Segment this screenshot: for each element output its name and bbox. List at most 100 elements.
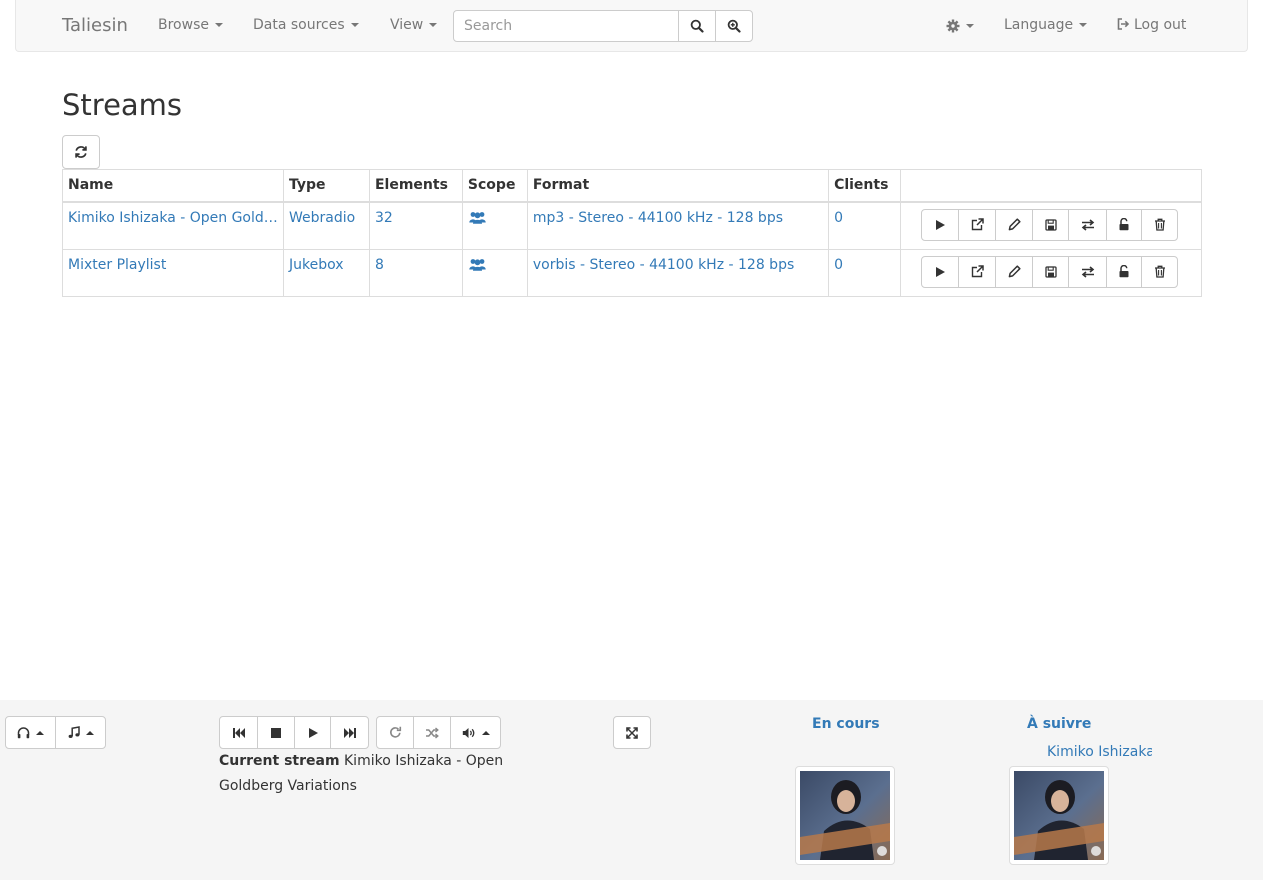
advanced-search-button[interactable]: [715, 10, 753, 42]
play-icon: [308, 727, 318, 738]
stream-format-link[interactable]: mp3 - Stereo - 44100 kHz - 128 bps: [533, 210, 783, 226]
play-icon: [936, 219, 946, 230]
search-input[interactable]: [453, 10, 679, 42]
volume-icon: [462, 727, 474, 738]
view-menu[interactable]: View: [390, 17, 438, 33]
trash-icon: [1154, 218, 1165, 231]
table-row: Kimiko Ishizaka - Open Goldberg Variatio…: [62, 201, 1202, 250]
stream-elements-link[interactable]: 8: [375, 257, 384, 273]
album-cover-image: [1014, 771, 1104, 860]
stream-name-link[interactable]: Kimiko Ishizaka - Open Goldberg Variatio…: [68, 210, 278, 226]
stream-elements-link[interactable]: 32: [375, 210, 393, 226]
column-header-format[interactable]: Format: [526, 169, 830, 203]
current-stream-label: Current stream: [219, 753, 340, 769]
album-cover-image: [800, 771, 890, 860]
stream-actions-group: [921, 255, 1196, 288]
playback-options-group: [376, 716, 501, 749]
settings-menu[interactable]: [946, 18, 974, 34]
view-menu-label: View: [390, 17, 424, 33]
chevron-up-icon: [481, 730, 490, 735]
stream-name-link[interactable]: Mixter Playlist: [68, 257, 278, 273]
unlock-icon: [1119, 218, 1129, 231]
media-selector-button[interactable]: [55, 716, 106, 749]
chevron-up-icon: [36, 730, 44, 735]
search-icon: [690, 19, 704, 33]
now-playing-heading: En cours: [812, 716, 880, 732]
browse-menu-label: Browse: [158, 17, 209, 33]
chevron-down-icon: [429, 23, 438, 27]
stream-format-link[interactable]: vorbis - Stereo - 44100 kHz - 128 bps: [533, 257, 794, 273]
browse-menu[interactable]: Browse: [158, 17, 223, 33]
users-icon: [469, 211, 486, 224]
search-button[interactable]: [678, 10, 716, 42]
column-header-type[interactable]: Type: [283, 169, 370, 203]
save-icon: [1044, 265, 1057, 278]
column-header-scope[interactable]: Scope: [461, 169, 528, 203]
column-header-clients[interactable]: Clients: [828, 169, 902, 203]
player-mode-group: [5, 716, 106, 749]
swap-icon: [1081, 265, 1094, 278]
play-icon: [936, 266, 946, 277]
delete-stream-button[interactable]: [1141, 208, 1179, 241]
headphones-icon: [17, 726, 30, 738]
delete-stream-button[interactable]: [1141, 255, 1179, 288]
language-menu[interactable]: Language: [1004, 17, 1088, 33]
lock-stream-button[interactable]: [1106, 255, 1143, 288]
logout-label: Log out: [1134, 17, 1187, 33]
language-menu-label: Language: [1004, 17, 1074, 33]
next-button[interactable]: [330, 716, 369, 749]
column-header-elements[interactable]: Elements: [368, 169, 463, 203]
logout-icon: [1117, 18, 1130, 30]
previous-button[interactable]: [219, 716, 258, 749]
switch-stream-button[interactable]: [1068, 255, 1108, 288]
stream-type-link[interactable]: Jukebox: [289, 257, 344, 273]
stream-clients-link[interactable]: 0: [834, 257, 843, 273]
current-stream-info: Current stream Kimiko Ishizaka - Open Go…: [219, 749, 519, 799]
unlock-icon: [1119, 265, 1129, 278]
stream-type-link[interactable]: Webradio: [289, 210, 355, 226]
repeat-icon: [389, 726, 401, 738]
streams-table: Name Type Elements Scope Format Clients …: [62, 169, 1202, 297]
page-title: Streams: [62, 88, 183, 122]
logout-link[interactable]: Log out: [1117, 17, 1186, 33]
rename-stream-button[interactable]: [995, 255, 1034, 288]
previous-icon: [232, 727, 245, 738]
brand-link[interactable]: Taliesin: [62, 15, 128, 36]
data-sources-menu[interactable]: Data sources: [253, 17, 359, 33]
save-stream-button[interactable]: [1032, 208, 1070, 241]
users-icon: [469, 258, 486, 271]
column-header-name[interactable]: Name: [62, 169, 284, 203]
play-button[interactable]: [294, 716, 331, 749]
now-playing-cover[interactable]: [795, 766, 895, 865]
gear-icon: [946, 19, 960, 33]
rename-stream-button[interactable]: [995, 208, 1034, 241]
up-next-title[interactable]: Kimiko Ishizaka - Open Goldberg Variatio…: [1047, 744, 1152, 760]
stream-actions-group: [921, 208, 1196, 241]
stream-selector-button[interactable]: [5, 716, 56, 749]
stop-button[interactable]: [257, 716, 295, 749]
open-external-button[interactable]: [958, 255, 997, 288]
external-link-icon: [971, 265, 984, 278]
shuffle-button[interactable]: [413, 716, 451, 749]
shuffle-icon: [426, 726, 439, 739]
play-stream-button[interactable]: [921, 255, 960, 288]
chevron-up-icon: [85, 730, 94, 735]
lock-stream-button[interactable]: [1106, 208, 1143, 241]
player-bar: Current stream Kimiko Ishizaka - Open Go…: [0, 700, 1263, 880]
fullscreen-button[interactable]: [613, 716, 651, 749]
open-external-button[interactable]: [958, 208, 997, 241]
up-next-cover[interactable]: [1009, 766, 1109, 865]
save-stream-button[interactable]: [1032, 255, 1070, 288]
repeat-button[interactable]: [376, 716, 414, 749]
stop-icon: [271, 727, 281, 738]
up-next-heading: À suivre: [1027, 716, 1092, 732]
data-sources-menu-label: Data sources: [253, 17, 345, 33]
top-navbar: Taliesin Browse Data sources View Langua…: [15, 0, 1248, 52]
pencil-icon: [1008, 265, 1021, 278]
volume-button[interactable]: [450, 716, 501, 749]
stream-clients-link[interactable]: 0: [834, 210, 843, 226]
refresh-button[interactable]: [62, 135, 100, 169]
switch-stream-button[interactable]: [1068, 208, 1108, 241]
save-icon: [1044, 218, 1057, 231]
play-stream-button[interactable]: [921, 208, 960, 241]
